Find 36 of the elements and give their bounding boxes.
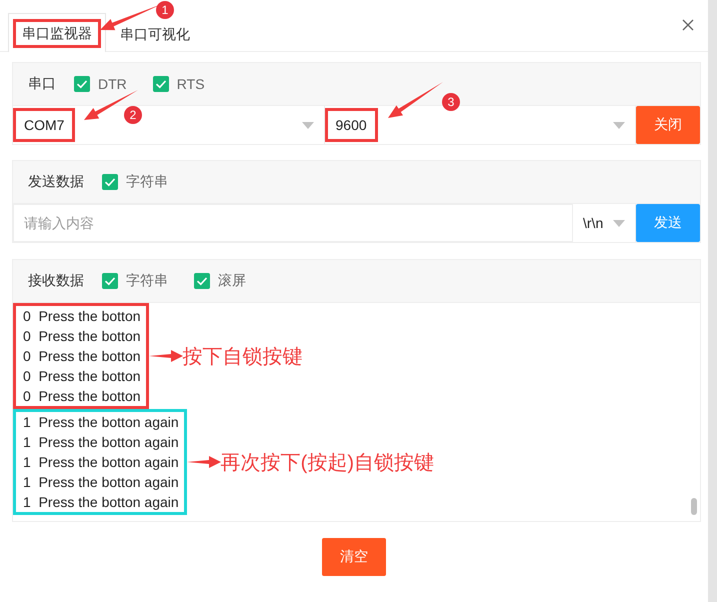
log-line: 0 Press the botton <box>23 327 141 346</box>
checkbox[interactable] <box>102 174 118 190</box>
checkbox-label: 字符串 <box>126 272 168 290</box>
checkbox-label: RTS <box>176 76 205 92</box>
caret-icon <box>302 122 314 128</box>
annotation-text: 按下自锁按键 <box>182 344 303 370</box>
checkbox-label: 字符串 <box>126 173 168 191</box>
log-line: 0 Press the botton <box>23 347 141 366</box>
checkbox[interactable] <box>74 76 90 92</box>
log-line: 0 Press the botton <box>23 367 141 386</box>
checkbox[interactable] <box>194 273 210 289</box>
checkbox-label: DTR <box>98 76 127 92</box>
checkbox[interactable] <box>152 76 169 92</box>
log-line: 1 Press the botton again <box>23 473 179 492</box>
close-icon[interactable] <box>682 19 694 31</box>
baud-rate-dropdown[interactable]: 9600 <box>324 106 636 144</box>
log-line: 1 Press the botton again <box>23 433 179 452</box>
log-line: 1 Press the botton again <box>23 493 179 512</box>
arrow-icon <box>388 82 443 118</box>
log-line: 1 Press the botton again <box>23 413 179 432</box>
checkbox[interactable] <box>102 273 118 289</box>
log-line: 0 Press the botton <box>23 307 141 326</box>
arrow-icon <box>84 90 138 120</box>
step-number-badge: 1 <box>156 1 174 19</box>
annotation-text: 再次按下(按起)自锁按键 <box>220 450 434 476</box>
section-label: 发送数据 <box>28 173 84 191</box>
caret-icon <box>613 220 625 226</box>
log-line: 0 Press the botton <box>23 387 141 406</box>
message-input-field[interactable]: 请输入内容 <box>13 204 573 242</box>
tab[interactable]: 串口监视器 <box>8 13 106 52</box>
scrollbar-thumb[interactable] <box>691 498 697 515</box>
section-label: 接收数据 <box>28 272 84 290</box>
checkbox-label: 滚屏 <box>218 272 246 290</box>
log-line: 1 Press the botton again <box>23 453 179 472</box>
caret-icon <box>613 122 625 128</box>
section-label: 串口 <box>28 75 56 93</box>
